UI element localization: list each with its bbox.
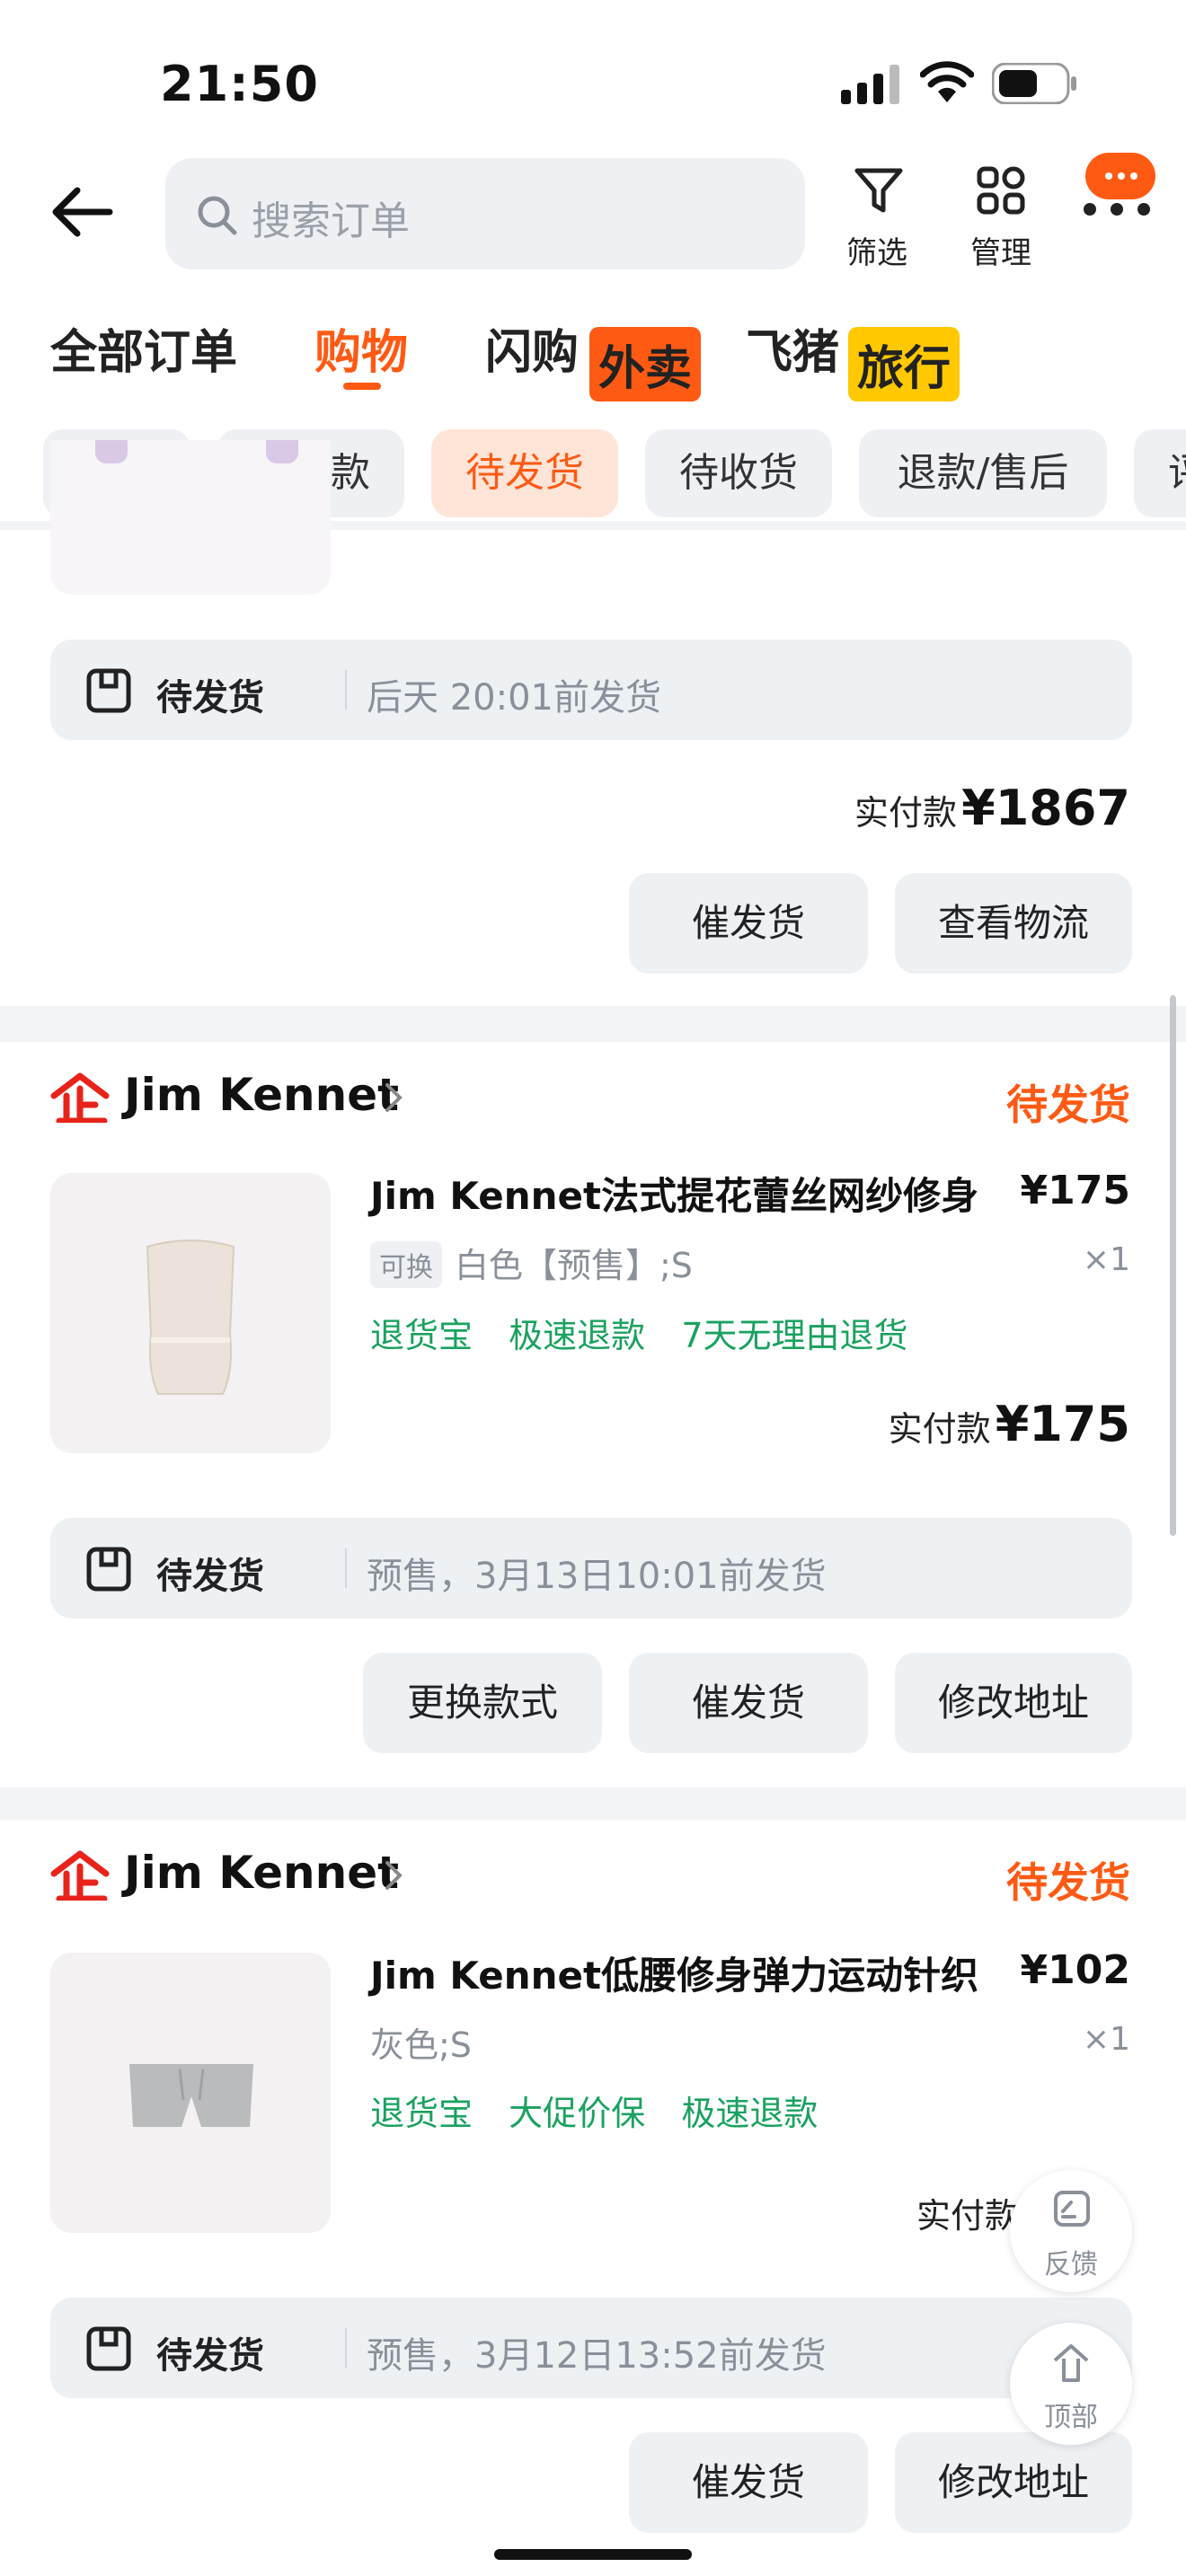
- back-to-top-label: 顶部: [1044, 2402, 1098, 2433]
- main-tabs: 全部订单 购物 闪购 外卖 飞猪 旅行: [0, 314, 1186, 401]
- paid-label: 实付款: [888, 1409, 991, 1449]
- manage-label: 管理: [970, 235, 1031, 271]
- urge-shipment-button[interactable]: 催发货: [629, 873, 868, 974]
- signal-icon: [841, 63, 904, 104]
- wifi-icon: [919, 59, 975, 108]
- grid-icon: [977, 166, 1025, 215]
- scrollbar[interactable]: [1170, 995, 1176, 1536]
- home-indicator: [494, 2549, 692, 2560]
- active-tab-indicator: [343, 383, 381, 390]
- badge-travel: 旅行: [848, 327, 960, 401]
- view-logistics-button[interactable]: 查看物流: [895, 873, 1132, 974]
- battery-icon: [991, 62, 1078, 108]
- chevron-right-icon[interactable]: [383, 1859, 404, 1892]
- filter-button[interactable]: 筛选: [823, 162, 931, 271]
- urge-shipment-button[interactable]: 催发货: [629, 1653, 868, 1753]
- change-address-button[interactable]: 修改地址: [895, 2432, 1132, 2533]
- search-input[interactable]: 搜索订单: [165, 158, 805, 269]
- feedback-button[interactable]: 反馈: [1010, 2170, 1132, 2292]
- manage-button[interactable]: 管理: [947, 162, 1055, 271]
- chip-refund-aftersale[interactable]: 退款/售后: [859, 429, 1107, 517]
- paid-amount: 实付款 ¥1867: [854, 780, 1130, 836]
- status-label: 待发货: [156, 1556, 264, 1597]
- chip-pending-receipt[interactable]: 待收货: [645, 429, 832, 517]
- product-title[interactable]: Jim Kennet法式提花蕾丝网纱修身: [370, 1166, 978, 1221]
- product-qty: ×1: [1082, 2021, 1130, 2058]
- status-desc: 预售，3月13日10:01前发货: [367, 1556, 827, 1597]
- change-address-button[interactable]: 修改地址: [895, 1653, 1132, 1753]
- search-placeholder: 搜索订单: [252, 198, 410, 244]
- paid-label: 实付款: [854, 793, 958, 833]
- paid-value: ¥175: [995, 1396, 1130, 1452]
- order-card-0: 待发货 后天 20:01前发货 实付款 ¥1867 催发货 查看物流: [0, 440, 1186, 1006]
- chevron-right-icon[interactable]: [383, 1081, 404, 1114]
- status-label: 待发货: [156, 2335, 264, 2377]
- package-icon: [86, 2326, 131, 2371]
- order-state: 待发货: [1006, 1858, 1130, 1907]
- product-spec: 白色【预售】;S: [455, 1246, 693, 1285]
- paid-value: ¥1867: [961, 780, 1130, 836]
- tab-shopping[interactable]: 购物: [314, 314, 408, 382]
- product-qty: ×1: [1082, 1241, 1130, 1278]
- product-price: ¥175: [1020, 1168, 1130, 1213]
- more-menu-icon[interactable]: [1078, 153, 1159, 225]
- order-state: 待发货: [1006, 1081, 1130, 1129]
- order-card-1: Jim Kennet 待发货 Jim Kennet法式提花蕾丝网纱修身 ¥175…: [0, 1042, 1186, 1787]
- back-arrow-icon[interactable]: [50, 185, 113, 243]
- paid-amount: 实付款: [916, 2188, 1019, 2237]
- badge-waimai: 外卖: [589, 327, 702, 401]
- shipping-status-row: 待发货 预售，3月12日13:52前发货: [50, 2298, 1132, 2398]
- paid-amount: 实付款 ¥175: [889, 1396, 1130, 1452]
- package-icon: [86, 668, 131, 713]
- filter-icon: [854, 168, 903, 213]
- arrow-up-icon: [1053, 2344, 1089, 2382]
- change-style-button[interactable]: 更换款式: [363, 1653, 602, 1753]
- package-icon: [86, 1547, 131, 1592]
- chip-review[interactable]: 评: [1134, 429, 1186, 517]
- product-image[interactable]: [50, 440, 331, 595]
- shipping-status-row: 待发货 后天 20:01前发货: [50, 640, 1132, 740]
- tmall-shop-icon: [50, 1072, 110, 1123]
- tab-all-orders[interactable]: 全部订单: [50, 314, 237, 382]
- product-image[interactable]: [50, 1953, 331, 2233]
- shipping-status-row: 待发货 预售，3月13日10:01前发货: [50, 1518, 1132, 1619]
- shop-name[interactable]: Jim Kennet: [124, 1847, 399, 1899]
- service-tags: 退货宝 极速退款 7天无理由退货: [370, 1316, 908, 1355]
- status-label: 待发货: [156, 677, 264, 719]
- grey-shorts-image: [129, 2064, 253, 2127]
- product-image[interactable]: [50, 1173, 331, 1453]
- product-spec: 灰色;S: [370, 2025, 472, 2065]
- urge-shipment-button[interactable]: 催发货: [629, 2432, 868, 2533]
- product-price: ¥102: [1020, 1947, 1130, 1993]
- exchange-tag: 可换: [370, 1241, 442, 1288]
- status-desc: 预售，3月12日13:52前发货: [367, 2335, 827, 2377]
- status-desc: 后天 20:01前发货: [367, 677, 661, 719]
- status-time: 21:50: [160, 56, 319, 112]
- tab-fliggy[interactable]: 飞猪: [746, 314, 839, 382]
- tmall-shop-icon: [50, 1850, 110, 1901]
- paid-label: 实付款: [916, 2196, 1019, 2236]
- lace-top-image: [146, 1239, 235, 1395]
- search-icon: [198, 196, 237, 235]
- feedback-label: 反馈: [1044, 2249, 1098, 2280]
- order-card-2: Jim Kennet 待发货 Jim Kennet低腰修身弹力运动针织 ¥102…: [0, 1820, 1186, 2576]
- shop-name[interactable]: Jim Kennet: [124, 1069, 399, 1121]
- filter-label: 筛选: [846, 235, 907, 271]
- chip-pending-shipment[interactable]: 待发货: [431, 429, 618, 517]
- tab-flash-buy[interactable]: 闪购: [485, 314, 579, 382]
- feedback-icon: [1054, 2191, 1090, 2227]
- product-title[interactable]: Jim Kennet低腰修身弹力运动针织: [370, 1945, 978, 2000]
- service-tags: 退货宝 大促价保 极速退款: [370, 2094, 819, 2133]
- back-to-top-button[interactable]: 顶部: [1010, 2323, 1132, 2445]
